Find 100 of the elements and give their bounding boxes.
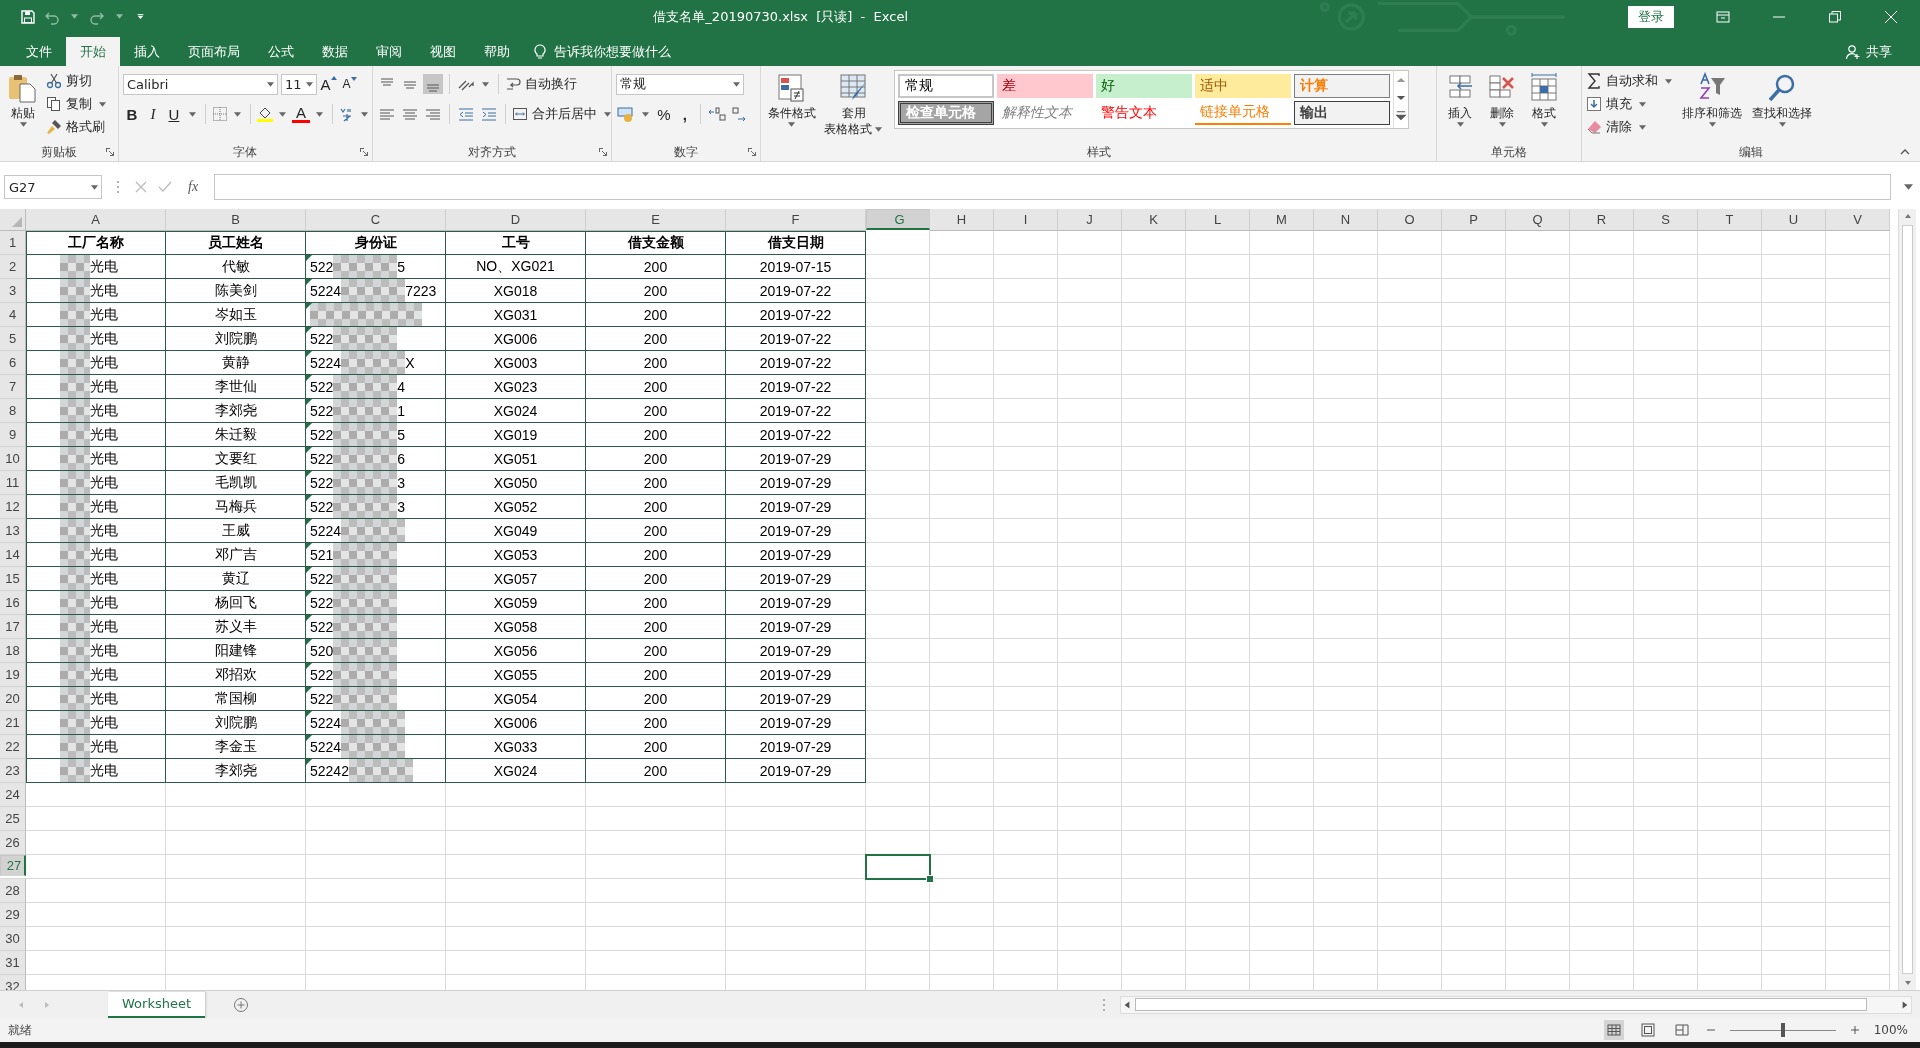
normal-view-icon[interactable]	[1603, 1020, 1624, 1040]
row-header[interactable]: 20	[0, 687, 26, 711]
font-size-dropdown[interactable]: 11	[280, 73, 317, 95]
save-icon[interactable]	[20, 8, 36, 25]
column-header[interactable]: O	[1378, 209, 1442, 231]
number-format-dropdown[interactable]: 常规	[615, 73, 744, 95]
cell-style-option[interactable]: 适中	[1194, 74, 1291, 98]
dialog-launcher-icon[interactable]	[598, 148, 607, 156]
fill-color-icon[interactable]	[256, 106, 273, 122]
column-header[interactable]: F	[726, 209, 866, 231]
percent-button[interactable]: %	[654, 105, 673, 123]
row-header[interactable]: 24	[0, 783, 26, 807]
ribbon-display-options-icon[interactable]	[1716, 9, 1730, 24]
cell-style-option[interactable]: 常规	[897, 74, 994, 98]
row-header[interactable]: 3	[0, 279, 26, 303]
column-header[interactable]: N	[1314, 209, 1378, 231]
cut-button[interactable]: 剪切	[46, 70, 109, 92]
italic-button[interactable]: I	[143, 105, 162, 123]
cell-style-option[interactable]: 输出	[1293, 101, 1390, 125]
row-header[interactable]: 2	[0, 255, 26, 279]
row-header[interactable]: 27	[0, 855, 26, 876]
customize-toolbar-icon[interactable]	[137, 14, 144, 19]
column-header[interactable]: I	[994, 209, 1058, 231]
vertical-scrollbar[interactable]	[1898, 209, 1916, 990]
column-header[interactable]: L	[1186, 209, 1250, 231]
formula-field[interactable]	[214, 174, 1891, 200]
row-header[interactable]: 31	[0, 951, 26, 975]
column-header[interactable]: G	[866, 209, 930, 230]
format-painter-button[interactable]: 格式刷	[46, 116, 109, 138]
cell-style-option[interactable]: 警告文本	[1095, 101, 1192, 125]
insert-function-button[interactable]: fx	[182, 179, 205, 195]
row-header[interactable]: 21	[0, 711, 26, 735]
bold-button[interactable]: B	[122, 105, 141, 123]
row-header[interactable]: 4	[0, 303, 26, 327]
column-header[interactable]: B	[166, 209, 306, 231]
sort-filter-button[interactable]: 排序和筛选	[1679, 70, 1746, 129]
add-sheet-icon[interactable]	[233, 996, 250, 1013]
row-header[interactable]: 9	[0, 423, 26, 447]
shrink-font-button[interactable]: A	[340, 77, 359, 91]
row-header[interactable]: 14	[0, 543, 26, 567]
dialog-launcher-icon[interactable]	[747, 148, 756, 156]
horizontal-scrollbar[interactable]	[1120, 995, 1912, 1014]
row-header[interactable]: 12	[0, 495, 26, 519]
column-header[interactable]: U	[1762, 209, 1826, 231]
column-header[interactable]: H	[930, 209, 994, 231]
row-header[interactable]: 11	[0, 471, 26, 495]
underline-button[interactable]: U	[164, 105, 183, 123]
row-header[interactable]: 7	[0, 375, 26, 399]
zoom-level[interactable]: 100%	[1873, 1023, 1912, 1037]
conditional-formatting-button[interactable]: 条件格式	[764, 70, 819, 129]
ribbon-tab[interactable]: 数据	[308, 37, 362, 66]
align-bottom-icon[interactable]	[422, 74, 443, 94]
column-header[interactable]: K	[1122, 209, 1186, 231]
login-button[interactable]: 登录	[1628, 5, 1674, 28]
ribbon-tab[interactable]: 文件	[12, 37, 66, 66]
column-header[interactable]: R	[1570, 209, 1634, 231]
caret-icon[interactable]	[188, 111, 196, 117]
column-header[interactable]: S	[1634, 209, 1698, 231]
column-header[interactable]: M	[1250, 209, 1314, 231]
ribbon-tab[interactable]: 插入	[120, 37, 174, 66]
splitter-handle-icon[interactable]	[116, 180, 120, 194]
close-icon[interactable]	[1884, 9, 1898, 24]
sheet-tab[interactable]: Worksheet	[108, 991, 206, 1018]
column-header[interactable]: T	[1698, 209, 1762, 231]
row-header[interactable]: 1	[0, 231, 26, 255]
find-select-button[interactable]: 查找和选择	[1749, 70, 1816, 129]
row-header[interactable]: 5	[0, 327, 26, 351]
caret-icon[interactable]	[233, 111, 241, 117]
share-button[interactable]: 共享	[1866, 42, 1892, 61]
row-header[interactable]: 26	[0, 831, 26, 855]
row-header[interactable]: 22	[0, 735, 26, 759]
splitter-handle-icon[interactable]	[1102, 997, 1106, 1012]
wrap-text-button[interactable]: 自动换行	[504, 73, 577, 95]
row-header[interactable]: 17	[0, 615, 26, 639]
column-header[interactable]: J	[1058, 209, 1122, 231]
row-header[interactable]: 8	[0, 399, 26, 423]
enter-check-icon[interactable]	[158, 180, 172, 194]
column-header[interactable]: E	[586, 209, 726, 231]
paste-button[interactable]: 粘贴	[4, 70, 42, 129]
copy-button[interactable]: 复制	[46, 93, 109, 115]
ribbon-tab[interactable]: 公式	[254, 37, 308, 66]
format-cells-button[interactable]: 格式	[1525, 70, 1564, 129]
caret-icon[interactable]	[360, 111, 368, 117]
column-header[interactable]: D	[446, 209, 586, 231]
zoom-in-icon[interactable]	[1849, 1025, 1860, 1035]
row-header[interactable]: 18	[0, 639, 26, 663]
restore-icon[interactable]	[1828, 9, 1842, 24]
row-header[interactable]: 30	[0, 927, 26, 951]
caret-icon[interactable]	[278, 111, 286, 117]
row-header[interactable]: 23	[0, 759, 26, 783]
ribbon-tab[interactable]: 帮助	[470, 37, 524, 66]
cell-style-option[interactable]: 好	[1095, 74, 1192, 98]
cell-style-option[interactable]: 差	[996, 74, 1093, 98]
row-header[interactable]: 6	[0, 351, 26, 375]
font-name-dropdown[interactable]: Calibri	[122, 73, 278, 95]
fill-button[interactable]: 填充	[1586, 93, 1676, 115]
ribbon-tab[interactable]: 视图	[416, 37, 470, 66]
font-color-button[interactable]: A	[291, 105, 310, 123]
column-header[interactable]: Q	[1506, 209, 1570, 231]
column-header[interactable]: A	[26, 209, 166, 231]
